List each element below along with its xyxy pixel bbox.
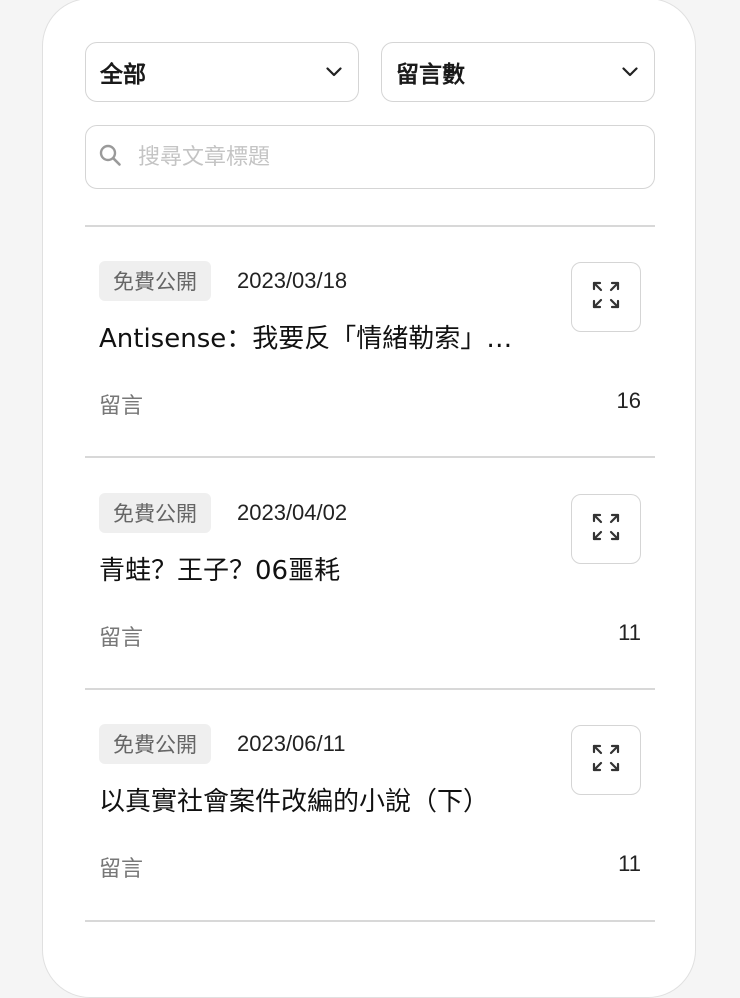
post-date: 2023/06/11 <box>237 731 346 756</box>
category-select[interactable]: 全部 <box>85 42 359 102</box>
sort-select[interactable]: 留言數 <box>381 42 655 102</box>
expand-button[interactable] <box>571 725 641 795</box>
post-date: 2023/03/18 <box>237 268 348 293</box>
access-badge: 免費公開 <box>99 493 211 533</box>
expand-icon <box>591 280 621 314</box>
post-item[interactable]: 免費公開 2023/03/18 Antisense：我要反「情緒勒索」… 留言 … <box>85 226 655 456</box>
sort-select-value: 留言數 <box>396 62 465 88</box>
chevron-down-icon <box>324 62 344 82</box>
search-box[interactable] <box>85 125 655 189</box>
comment-label: 留言 <box>99 626 144 651</box>
chevron-down-icon <box>620 62 640 82</box>
comment-count: 16 <box>616 388 641 413</box>
expand-icon <box>591 743 621 777</box>
search-icon <box>98 143 122 171</box>
expand-icon <box>591 512 621 546</box>
divider <box>85 920 655 922</box>
access-badge: 免費公開 <box>99 724 211 764</box>
post-date: 2023/04/02 <box>237 500 348 525</box>
expand-button[interactable] <box>571 494 641 564</box>
access-badge: 免費公開 <box>99 261 211 301</box>
comment-label: 留言 <box>99 394 144 419</box>
comment-label: 留言 <box>99 857 144 882</box>
comment-count: 11 <box>618 851 641 876</box>
post-title[interactable]: 以真實社會案件改編的小說（下） <box>99 781 539 818</box>
comment-count: 11 <box>618 620 641 645</box>
post-title[interactable]: 青蛙？王子？06噩耗 <box>99 550 539 587</box>
search-input[interactable] <box>136 143 642 171</box>
post-item[interactable]: 免費公開 2023/04/02 青蛙？王子？06噩耗 留言 11 <box>85 458 655 688</box>
post-title[interactable]: Antisense：我要反「情緒勒索」… <box>99 318 539 355</box>
post-item[interactable]: 免費公開 2023/06/11 以真實社會案件改編的小說（下） 留言 11 <box>85 689 655 919</box>
expand-button[interactable] <box>571 262 641 332</box>
category-select-value: 全部 <box>100 62 146 88</box>
